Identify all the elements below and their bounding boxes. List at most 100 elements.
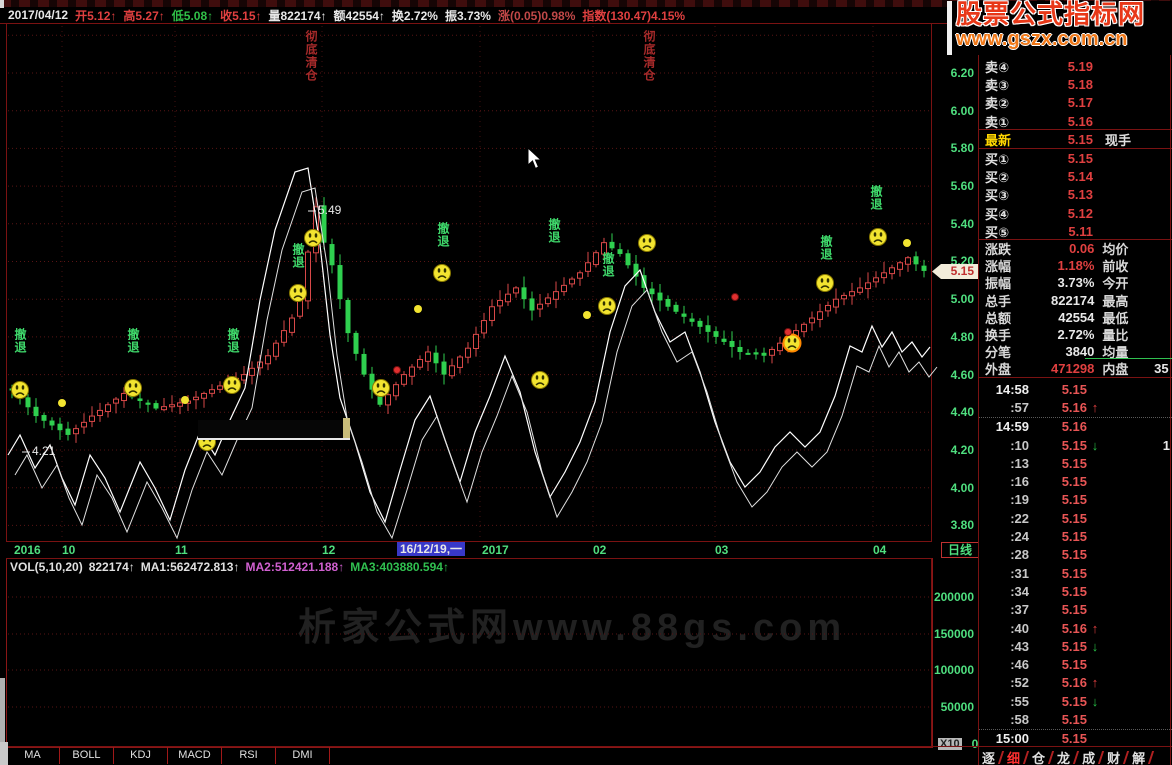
tick-time: :57 xyxy=(1010,399,1029,415)
bid-row[interactable]: 买② 5.14 xyxy=(979,167,1172,185)
site-logo-title: 股票公式指标网 xyxy=(956,0,1146,29)
ask-queue[interactable]: 卖④ 5.19 卖③ 5.18 卖② 5.17 卖① 5.16 xyxy=(979,57,1172,130)
stat-label: 振幅 xyxy=(985,276,1012,292)
divider-green xyxy=(1085,358,1172,359)
time-axis-label: 11 xyxy=(175,543,188,557)
price-axis-label: 6.00 xyxy=(950,104,974,118)
tick-row: :22 5.15 xyxy=(979,509,1172,527)
stat-row: 振幅 3.73% 今开 xyxy=(979,274,1172,291)
ask-level-label: 卖② xyxy=(985,96,1010,112)
tab-divider xyxy=(1097,750,1105,764)
bid-price: 5.11 xyxy=(1068,223,1093,239)
sell-signal-smiley xyxy=(124,379,142,397)
ask-level-label: 卖① xyxy=(985,114,1010,130)
price-axis-label: 3.80 xyxy=(950,518,974,532)
tick-price: 5.15 xyxy=(1061,437,1087,453)
dot-signal xyxy=(903,239,911,247)
retreat-signal-label: 撤退 xyxy=(547,218,561,244)
price-axis-label: 5.80 xyxy=(950,141,974,155)
ask-row[interactable]: 卖④ 5.19 xyxy=(979,57,1172,75)
bid-row[interactable]: 买① 5.15 xyxy=(979,149,1172,167)
retreat-signal-label: 撤退 xyxy=(869,185,883,211)
tick-price: 5.15 xyxy=(1061,583,1087,599)
panel-tab[interactable]: 逐 xyxy=(982,749,995,765)
stat-value-2: 35 xyxy=(1154,361,1169,377)
sell-signal-smiley xyxy=(598,297,616,315)
stat-value: 1.18% xyxy=(1057,258,1095,274)
panel-tab[interactable]: 解 xyxy=(1132,749,1145,765)
bid-row[interactable]: 买③ 5.13 xyxy=(979,186,1172,204)
indicator-tab[interactable]: DMI xyxy=(276,747,330,764)
tick-price: 5.15 xyxy=(1061,711,1087,727)
volume-axis-label: 150000 xyxy=(933,627,974,641)
stat-value: 822174 xyxy=(1051,292,1095,308)
time-axis-label: 12 xyxy=(322,543,336,557)
bid-row[interactable]: 买⑤ 5.11 xyxy=(979,222,1172,240)
stat-value: 3840 xyxy=(1065,344,1095,360)
stat-row: 总手 822174 最高 xyxy=(979,292,1172,309)
price-axis-label: 5.60 xyxy=(950,179,974,193)
tick-list[interactable]: 14:58 5.15 :57 5.16 ↑ 14:59 5.16 :10 5.1… xyxy=(979,380,1172,748)
retreat-signal-label: 撤退 xyxy=(601,252,615,278)
bid-level-label: 买② xyxy=(985,169,1010,185)
panel-tab[interactable]: 细 xyxy=(1007,749,1020,765)
stat-label-2: 内盘 xyxy=(1102,362,1129,378)
ask-price: 5.18 xyxy=(1067,76,1093,92)
ask-row[interactable]: 卖③ 5.18 xyxy=(979,75,1172,93)
indicator-tab[interactable]: RSI xyxy=(222,747,276,764)
volume-panel-frame xyxy=(6,558,933,748)
stat-label: 涨跌 xyxy=(985,242,1012,258)
volume-header-field: VOL(5,10,20) xyxy=(10,560,83,574)
watermark-text: 析家公式网www.88gs.com xyxy=(298,607,847,649)
tick-price: 5.15 xyxy=(1061,602,1087,618)
volume-header-field: 822174↑ xyxy=(88,560,135,574)
panel-tab[interactable]: 财 xyxy=(1107,749,1120,765)
tick-direction-icon: ↓ xyxy=(1091,693,1099,709)
dot-signal xyxy=(58,399,66,407)
price-axis-label: 6.20 xyxy=(950,66,974,80)
sell-signal-smiley xyxy=(223,376,241,394)
panel-tab[interactable]: 龙 xyxy=(1057,749,1070,765)
sell-signal-smiley xyxy=(11,381,29,399)
indicator-tab[interactable]: KDJ xyxy=(114,747,168,764)
tick-price: 5.15 xyxy=(1061,565,1087,581)
selected-date-box[interactable]: 16/12/19,一 xyxy=(397,542,466,556)
tick-time: 14:58 xyxy=(995,381,1029,397)
tick-time: 14:59 xyxy=(995,419,1029,435)
ask-row[interactable]: 卖① 5.16 xyxy=(979,112,1172,130)
ask-price: 5.19 xyxy=(1067,58,1093,74)
indicator-tab[interactable]: MA xyxy=(6,747,60,764)
panel-tab[interactable]: 成 xyxy=(1082,749,1095,765)
time-axis[interactable]: 2016 10 11 12 2017 02 03 04 xyxy=(6,541,932,559)
panel-tab[interactable]: 仓 xyxy=(1032,749,1045,765)
dot-signal xyxy=(181,396,189,404)
sell-signal-smiley xyxy=(869,228,887,246)
tooltip-handle xyxy=(343,418,350,438)
bid-level-label: 买⑤ xyxy=(985,224,1010,240)
time-axis-label: 2016 xyxy=(14,543,41,557)
window-edge xyxy=(0,678,5,744)
price-axis-label: 4.40 xyxy=(950,405,974,419)
stat-label: 外盘 xyxy=(985,362,1012,378)
time-axis-label: 10 xyxy=(62,543,76,557)
indicator-tab[interactable]: BOLL xyxy=(60,747,114,764)
divider xyxy=(979,377,1172,378)
bid-queue[interactable]: 买① 5.15 买② 5.14 买③ 5.13 买④ 5.12 买⑤ 5.11 xyxy=(979,149,1172,240)
tick-time: :40 xyxy=(1010,620,1029,636)
ask-row[interactable]: 卖② 5.17 xyxy=(979,94,1172,112)
price-point-label: 4.21 xyxy=(32,444,56,458)
tick-direction-icon: ↓ xyxy=(1091,437,1099,453)
stat-row: 外盘 471298 内盘 35 xyxy=(979,360,1172,377)
bid-level-label: 买① xyxy=(985,151,1010,167)
tick-row: :55 5.15 ↓ xyxy=(979,692,1172,710)
quote-info-bar: 2017/04/12 开5.12↑ 高5.27↑ 低5.08↑ 收5.15↑ 量82217… xyxy=(0,7,948,23)
retreat-signal-label: 撤退 xyxy=(436,222,450,248)
dot-signal xyxy=(414,305,422,313)
last-price-label: 最新 xyxy=(985,132,1012,148)
indicator-tab[interactable]: MACD xyxy=(168,747,222,764)
tick-time: :37 xyxy=(1010,602,1029,618)
retreat-signal-label: 撤退 xyxy=(291,243,305,269)
price-axis-label: 4.00 xyxy=(950,481,974,495)
tick-time: :28 xyxy=(1010,547,1029,563)
bid-row[interactable]: 买④ 5.12 xyxy=(979,204,1172,222)
